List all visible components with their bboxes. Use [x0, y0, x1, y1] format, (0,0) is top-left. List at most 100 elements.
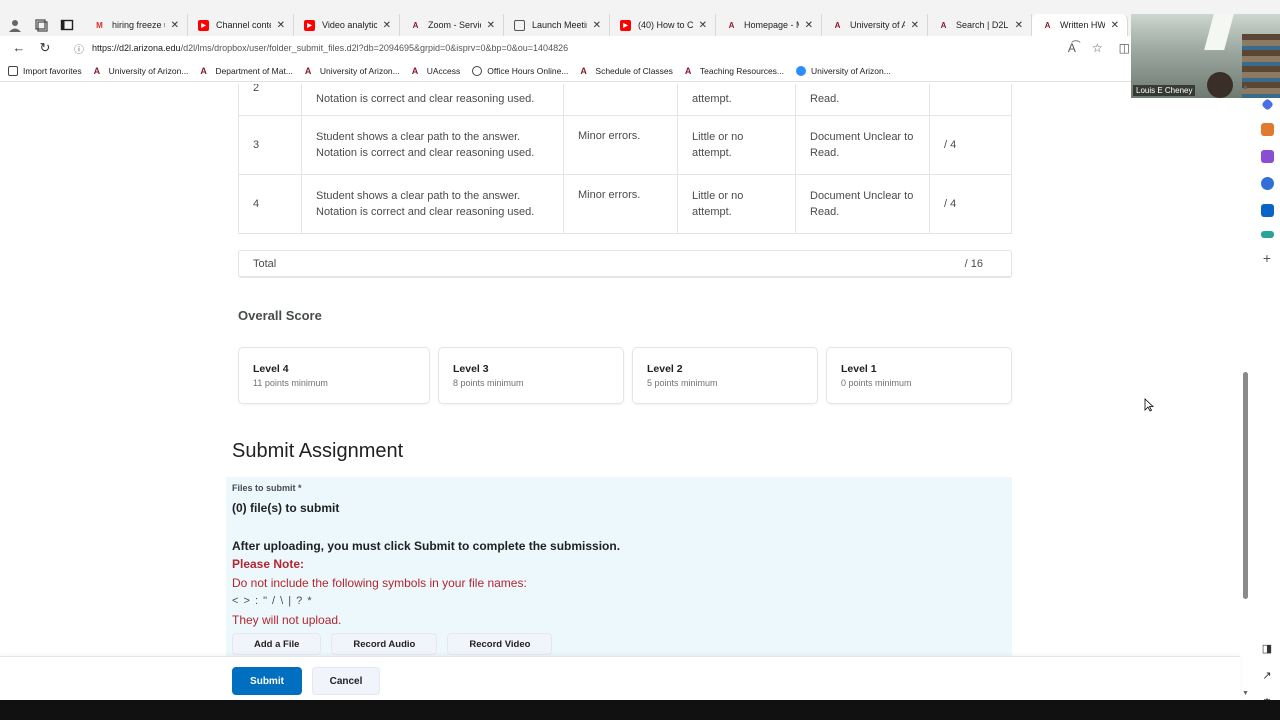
mouse-cursor-icon	[1144, 398, 1154, 412]
external-link-icon[interactable]: ↗	[1262, 669, 1271, 682]
browser-tab[interactable]: ▶ Video analytics - ✕	[294, 14, 400, 36]
address-bar[interactable]: ⓘ https://d2l.arizona.edu/d2l/lms/dropbo…	[74, 41, 1034, 56]
level-cell: Little or no attempt.	[677, 115, 796, 175]
browser-tab[interactable]: A University of Ari ✕	[822, 14, 928, 36]
close-tab-icon[interactable]: ✕	[171, 20, 179, 31]
add-file-button[interactable]: Add a File	[232, 633, 322, 655]
close-tab-icon[interactable]: ✕	[593, 20, 601, 31]
tab-actions-icon[interactable]	[60, 18, 74, 32]
cancel-button[interactable]: Cancel	[312, 667, 380, 695]
arizona-icon: A	[684, 65, 692, 76]
arizona-icon: A	[411, 65, 419, 76]
office-icon[interactable]	[1260, 177, 1274, 190]
record-audio-button[interactable]: Record Audio	[331, 633, 438, 655]
favorite-star-icon[interactable]: ☆	[1092, 41, 1103, 55]
rubric-total-row: Total / 16	[238, 250, 1012, 278]
criterion-text: Notation is correct and clear reasoning …	[316, 147, 535, 159]
sidebar-toggle-icon[interactable]: ◨	[1262, 642, 1272, 655]
level-cell	[563, 84, 678, 116]
level-card: Level 4 11 points minimum	[238, 347, 430, 404]
drop-icon[interactable]	[1260, 231, 1274, 238]
profile-icon[interactable]	[8, 18, 22, 32]
browser-tab[interactable]: ▶ Channel content ✕	[188, 14, 294, 36]
bookmark-label: University of Arizon...	[108, 65, 189, 76]
bookmark-label: Office Hours Online...	[487, 65, 569, 76]
browser-tab[interactable]: A Search | D2L Hel ✕	[928, 14, 1032, 36]
tab-title: Written HW 2 - M	[1060, 20, 1105, 30]
scroll-down-arrow-icon[interactable]: ▼	[1242, 690, 1249, 697]
close-tab-icon[interactable]: ✕	[487, 20, 495, 31]
youtube-icon: ▶	[198, 19, 209, 31]
url-host: https://d2l.arizona.edu	[92, 43, 181, 53]
level-text: Little or no	[692, 190, 744, 202]
tab-title: Homepage - MA	[744, 20, 799, 30]
criterion-description: Student shows a clear path to the answer…	[301, 174, 564, 234]
browser-tab[interactable]: ▶ (40) How to Com ✕	[610, 14, 716, 36]
bookmark-item[interactable]: A Schedule of Classes	[580, 66, 673, 76]
arizona-icon: A	[940, 20, 947, 30]
level-cell: Little or no attempt.	[677, 174, 796, 234]
level-points: 5 points minimum	[647, 378, 718, 388]
level-points: 0 points minimum	[841, 378, 912, 388]
ceiling-light	[1204, 14, 1234, 50]
level-text: Minor errors.	[578, 189, 641, 201]
scroll-up-arrow-icon[interactable]: ▲	[1242, 84, 1249, 91]
shopping-icon[interactable]	[1260, 123, 1274, 136]
score-cell: / 4	[929, 115, 1012, 175]
bookmark-item[interactable]: A Teaching Resources...	[685, 66, 784, 76]
record-video-button[interactable]: Record Video	[447, 633, 553, 655]
zoom-icon	[796, 65, 807, 76]
file-dropzone[interactable]: Files to submit * (0) file(s) to submit …	[226, 477, 1012, 656]
back-icon[interactable]: ←	[12, 41, 26, 55]
read-aloud-icon[interactable]: A͡	[1068, 41, 1076, 55]
split-screen-icon[interactable]: ◫	[1119, 41, 1130, 55]
copilot-icon[interactable]	[1260, 98, 1274, 111]
level-cell: Document Unclear to Read.	[795, 115, 930, 175]
tools-icon[interactable]	[1260, 150, 1274, 163]
browser-tab[interactable]: A Homepage - MA ✕	[716, 14, 822, 36]
tab-title: University of Ari	[850, 20, 905, 30]
close-tab-icon[interactable]: ✕	[699, 20, 707, 31]
submit-button[interactable]: Submit	[232, 667, 302, 695]
bookmark-item[interactable]: A UAccess	[412, 66, 461, 76]
symbols-warning: Do not include the following symbols in …	[232, 576, 527, 590]
browser-tab[interactable]: A Written HW 2 - M ✕	[1032, 14, 1128, 36]
upload-instruction: After uploading, you must click Submit t…	[232, 539, 621, 553]
bookmark-item[interactable]: A University of Arizon...	[305, 66, 400, 76]
arizona-icon: A	[1044, 20, 1051, 30]
site-info-icon[interactable]: ⓘ	[74, 41, 84, 56]
bookmark-item[interactable]: A University of Arizon...	[94, 66, 189, 76]
workspaces-icon[interactable]	[34, 18, 48, 32]
close-tab-icon[interactable]: ✕	[277, 20, 285, 31]
youtube-icon: ▶	[304, 19, 315, 31]
bookmark-item[interactable]: University of Arizon...	[796, 65, 891, 76]
scrollbar-thumb[interactable]	[1243, 372, 1248, 599]
close-tab-icon[interactable]: ✕	[1111, 20, 1119, 31]
tab-controls	[0, 18, 84, 32]
globe-icon	[472, 65, 483, 76]
refresh-icon[interactable]: ↻	[38, 41, 52, 55]
browser-tab[interactable]: A Zoom - Service P ✕	[400, 14, 504, 36]
page-scrollbar[interactable]: ▲ ▼	[1240, 84, 1250, 700]
close-tab-icon[interactable]: ✕	[805, 20, 813, 31]
level-cell: Minor errors.	[563, 174, 678, 234]
level-card: Level 1 0 points minimum	[826, 347, 1012, 404]
bookmark-item[interactable]: Office Hours Online...	[472, 65, 569, 76]
add-icon[interactable]: +	[1263, 251, 1271, 265]
browser-tab[interactable]: Launch Meeting ✕	[504, 14, 610, 36]
bookmark-label: Teaching Resources...	[699, 65, 785, 76]
close-tab-icon[interactable]: ✕	[383, 20, 391, 31]
criterion-text: Student shows a clear path to the answer…	[316, 190, 521, 202]
tab-title: Search | D2L Hel	[956, 20, 1009, 30]
level-name: Level 4	[253, 363, 289, 375]
import-favorites-bookmark[interactable]: Import favorites	[8, 65, 82, 76]
bookmark-item[interactable]: A Department of Mat...	[200, 66, 292, 76]
criterion-description: Student shows a clear path to the answer…	[301, 115, 564, 175]
forbidden-symbols: < > : " / \ | ? *	[232, 595, 313, 607]
browser-tab[interactable]: Mhiring freeze upd ✕	[84, 14, 188, 36]
close-tab-icon[interactable]: ✕	[911, 20, 919, 31]
outlook-icon[interactable]	[1260, 204, 1274, 217]
total-label: Total	[253, 257, 277, 270]
close-tab-icon[interactable]: ✕	[1015, 20, 1023, 31]
criterion-number: 4	[238, 174, 302, 234]
